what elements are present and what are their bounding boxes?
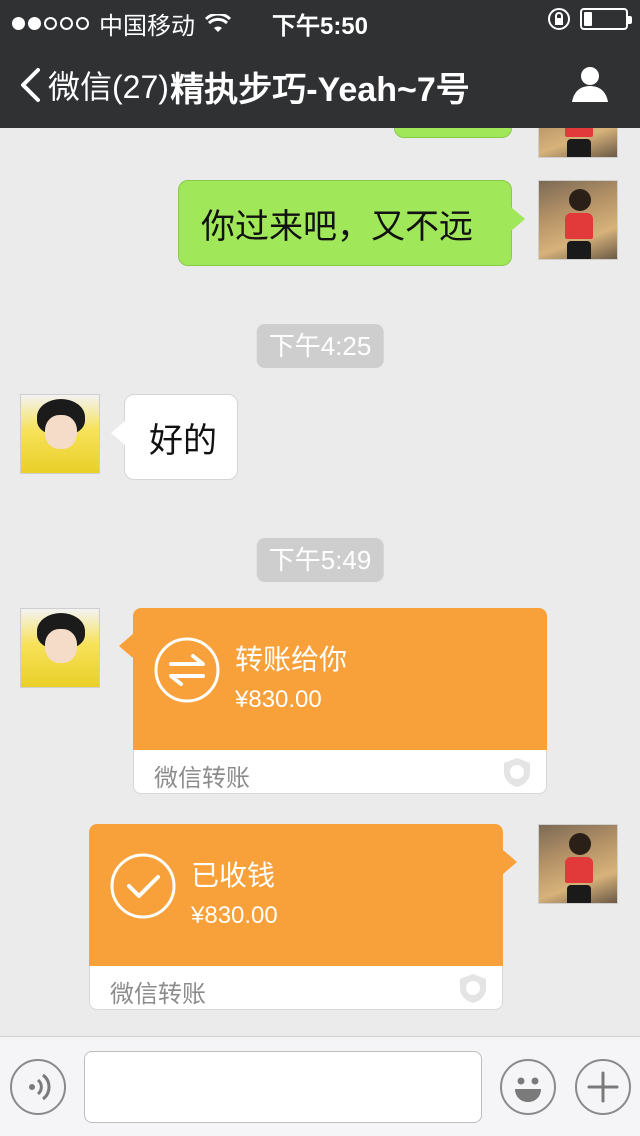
top-bar: 中国移动 下午5:50 微信(27) 精执步巧-Yeah~7号: [0, 0, 640, 128]
transfer-amount: ¥830.00: [235, 686, 322, 713]
battery-icon: [580, 8, 632, 30]
rotation-lock-icon: [548, 8, 570, 30]
transfer-source: 微信转账: [110, 981, 206, 1008]
check-icon: [110, 853, 176, 919]
plus-button[interactable]: [575, 1059, 631, 1115]
transfer-card-incoming[interactable]: 转账给你 ¥830.00 微信转账: [119, 608, 547, 794]
message-bubble-incoming[interactable]: 好的: [111, 394, 238, 480]
timestamp: 下午4:25: [256, 324, 384, 368]
transfer-card-body: 转账给你 ¥830.00: [133, 608, 547, 750]
timestamp: 下午5:49: [256, 538, 384, 582]
transfer-source: 微信转账: [154, 765, 250, 792]
message-bubble-outgoing[interactable]: 你过来吧，又不远: [178, 180, 525, 266]
transfer-label: 已收钱: [191, 860, 276, 891]
shield-icon: [504, 758, 530, 787]
status-bar: 中国移动 下午5:50: [0, 0, 640, 40]
transfer-card-body: 已收钱 ¥830.00: [89, 824, 503, 966]
avatar[interactable]: [538, 128, 618, 158]
avatar[interactable]: [20, 394, 100, 474]
emoji-button[interactable]: [500, 1059, 556, 1115]
avatar[interactable]: [538, 180, 618, 260]
message-bubble-partial[interactable]: [394, 128, 512, 138]
transfer-card-outgoing[interactable]: 已收钱 ¥830.00 微信转账: [89, 824, 517, 1010]
message-text: 你过来吧，又不远: [201, 207, 473, 246]
avatar[interactable]: [538, 824, 618, 904]
avatar[interactable]: [20, 608, 100, 688]
message-text: 好的: [149, 421, 217, 460]
chat-area[interactable]: 你过来吧，又不远 下午4:25 好的 下午5:49 转账给你 ¥830.00 微…: [0, 128, 640, 1036]
status-right: [546, 6, 632, 32]
transfer-label: 转账给你: [235, 644, 348, 675]
plus-icon: [587, 1071, 619, 1103]
chat-title: 精执步巧-Yeah~7号: [170, 71, 470, 109]
transfer-card-footer: 微信转账: [89, 966, 503, 1010]
transfer-arrows-icon: [154, 637, 220, 703]
transfer-card-footer: 微信转账: [133, 750, 547, 794]
battery-level-fill: [584, 12, 592, 26]
shield-icon: [460, 974, 486, 1003]
voice-icon: [29, 1073, 51, 1101]
nav-bar: 微信(27) 精执步巧-Yeah~7号: [0, 40, 640, 128]
emoji-icon: [515, 1077, 541, 1102]
person-icon[interactable]: [570, 64, 610, 104]
input-bar: [0, 1036, 640, 1136]
message-input[interactable]: [84, 1051, 482, 1123]
voice-button[interactable]: [10, 1059, 66, 1115]
status-time: 下午5:50: [271, 13, 369, 40]
transfer-amount: ¥830.00: [191, 902, 278, 929]
